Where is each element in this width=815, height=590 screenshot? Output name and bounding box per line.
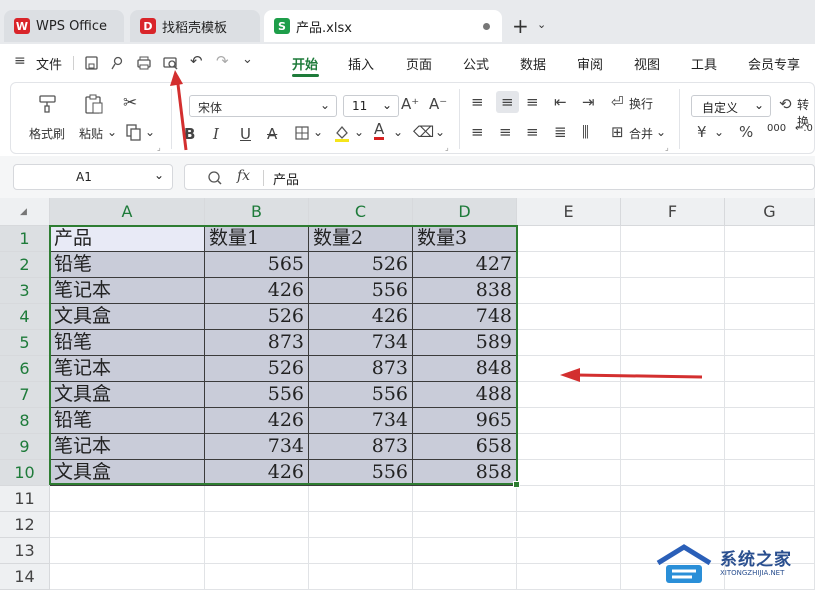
arrow-to-print-preview [175,75,188,151]
annotation-arrows [170,70,703,382]
watermark-logo-icon [656,544,712,583]
arrow-head-print-preview [170,70,183,86]
watermark: 系统之家 XITONGZHIJIA.NET [652,541,812,587]
watermark-title: 系统之家 [720,550,792,570]
arrow-to-data-range [575,373,703,379]
arrow-head-data-range [560,368,580,382]
watermark-url: XITONGZHIJIA.NET [720,569,785,577]
